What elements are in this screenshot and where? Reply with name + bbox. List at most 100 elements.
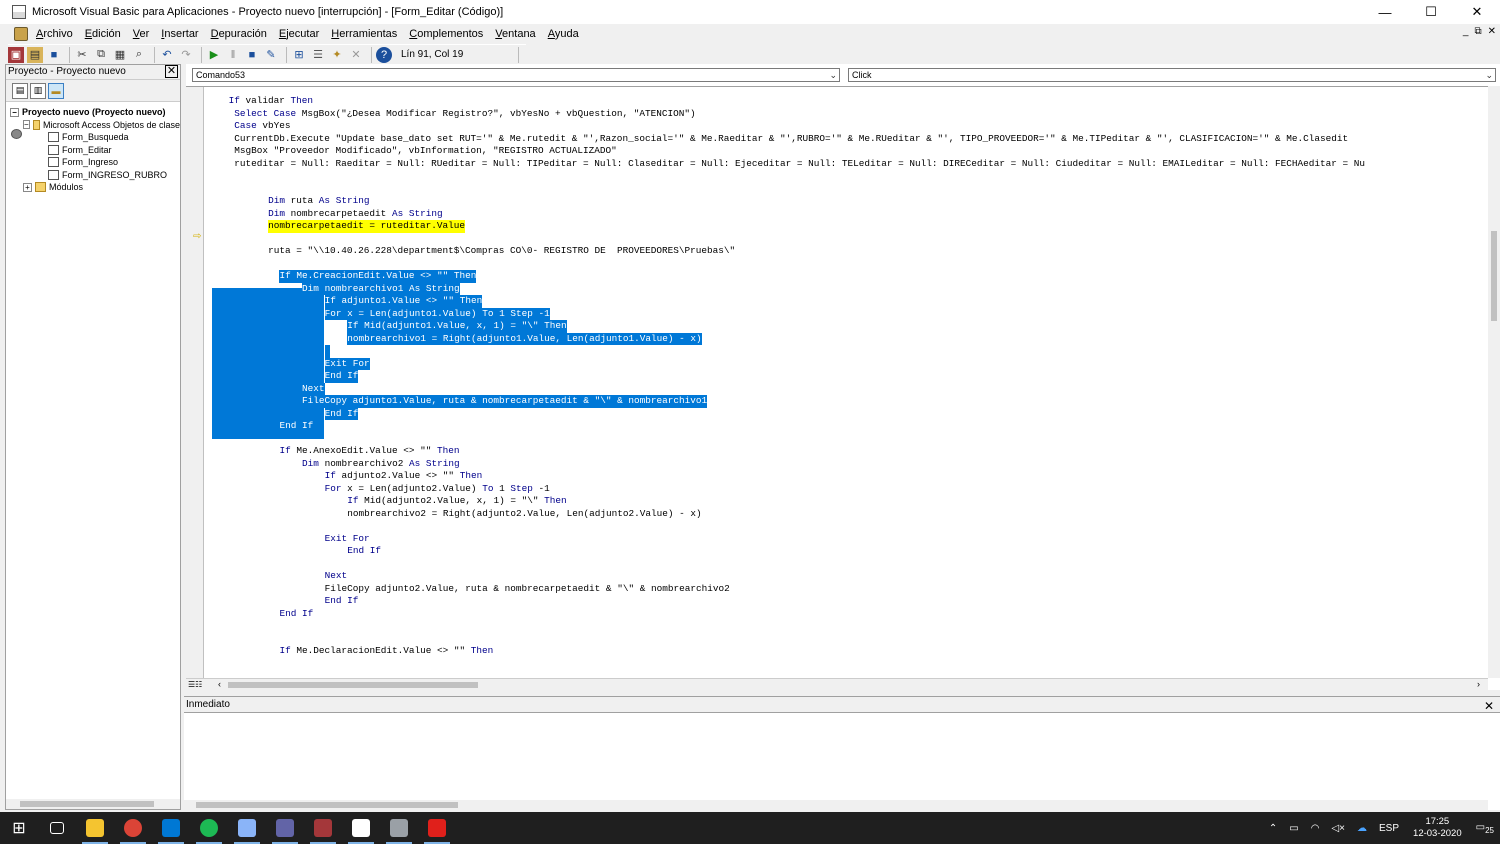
- paste-icon[interactable]: ▦: [112, 47, 128, 63]
- scroll-thumb[interactable]: [228, 682, 478, 688]
- language-indicator[interactable]: ESP: [1379, 823, 1399, 834]
- taskbar-acrobat-button[interactable]: [418, 812, 456, 844]
- menu-herramientas[interactable]: Herramientas: [331, 28, 397, 40]
- code-line[interactable]: nombrearchivo2 = Right(adjunto2.Value, L…: [347, 508, 701, 521]
- taskbar-file-explorer-button[interactable]: [76, 812, 114, 844]
- menu-archivo[interactable]: Archivo: [36, 28, 73, 40]
- taskbar-teams-button[interactable]: [266, 812, 304, 844]
- chevron-down-icon[interactable]: ⌄: [1485, 69, 1493, 81]
- code-line[interactable]: End If: [279, 608, 313, 621]
- wifi-icon[interactable]: ◠: [1311, 823, 1320, 834]
- immediate-input-area[interactable]: [184, 713, 1500, 799]
- project-horizontal-scrollbar[interactable]: [6, 799, 180, 809]
- save-icon[interactable]: ■: [46, 47, 62, 63]
- code-line[interactable]: If Mid(adjunto2.Value, x, 1) = "\" Then: [347, 495, 566, 508]
- code-line[interactable]: ruteditar = Null: Raeditar = Null: RUedi…: [234, 158, 1365, 171]
- onedrive-icon[interactable]: ☁: [1357, 823, 1367, 834]
- object-combo[interactable]: Comando53 ⌄: [192, 68, 840, 82]
- procedure-view-icons[interactable]: ☰☷: [188, 680, 202, 689]
- tree-node[interactable]: Form_Ingreso: [6, 156, 180, 169]
- code-line[interactable]: End If: [279, 420, 314, 433]
- reset-icon[interactable]: ■: [244, 47, 260, 63]
- code-line[interactable]: MsgBox "Proveedor Modificado", vbInforma…: [234, 145, 617, 158]
- scroll-left-icon[interactable]: ‹: [218, 679, 221, 689]
- taskbar-outlook-button[interactable]: [152, 812, 190, 844]
- chevron-up-icon[interactable]: ⌃: [1269, 823, 1277, 834]
- menu-ayuda[interactable]: Ayuda: [548, 28, 579, 40]
- help-icon[interactable]: ?: [376, 46, 392, 63]
- code-editor[interactable]: ⇨ If validar Then Select Case MsgBox("¿De…: [186, 86, 1488, 678]
- notification-icon[interactable]: ▭25: [1476, 822, 1494, 835]
- tree-node[interactable]: − Microsoft Access Objetos de clase: [6, 119, 180, 132]
- copy-icon[interactable]: ⧉: [93, 47, 109, 63]
- code-line[interactable]: Select Case MsgBox("¿Desea Modificar Reg…: [234, 108, 695, 121]
- code-line[interactable]: ruta = "\\10.40.26.228\department$\Compr…: [268, 245, 735, 258]
- code-line[interactable]: If adjunto2.Value <> "" Then: [325, 470, 483, 483]
- code-line[interactable]: Dim nombrecarpetaedit As String: [268, 208, 442, 221]
- view-access-icon[interactable]: ▣: [8, 46, 24, 63]
- find-icon[interactable]: ⌕: [131, 47, 147, 63]
- menu-ver[interactable]: Ver: [133, 28, 150, 40]
- tree-node[interactable]: + Módulos: [6, 181, 180, 194]
- current-statement-line[interactable]: nombrecarpetaedit = ruteditar.Value: [268, 220, 466, 233]
- code-line[interactable]: If adjunto1.Value <> "" Then: [324, 295, 483, 308]
- taskbar-notepad-button[interactable]: [228, 812, 266, 844]
- scroll-thumb[interactable]: [196, 802, 458, 808]
- clock[interactable]: 17:25 12-03-2020: [1413, 816, 1462, 840]
- view-object-icon[interactable]: ▥: [30, 82, 46, 99]
- mdi-restore-button[interactable]: ⧉: [1474, 26, 1481, 37]
- code-line[interactable]: CurrentDb.Execute "Update base_dato set …: [234, 133, 1348, 146]
- menu-insertar[interactable]: Insertar: [161, 28, 198, 40]
- object-browser-icon[interactable]: ✦: [329, 47, 345, 63]
- taskbar-start-button[interactable]: ⊞: [0, 812, 38, 844]
- code-line[interactable]: nombrearchivo1 = Right(adjunto1.Value, L…: [347, 332, 702, 345]
- collapse-icon[interactable]: −: [23, 120, 30, 130]
- project-explorer-icon[interactable]: ⊞: [291, 47, 307, 63]
- collapse-icon[interactable]: −: [10, 107, 19, 117]
- code-line[interactable]: End If: [347, 545, 381, 558]
- code-text[interactable]: If validar Then Select Case MsgBox("¿Dese…: [206, 87, 1488, 678]
- code-line[interactable]: If Me.AnexoEdit.Value <> "" Then: [279, 445, 459, 458]
- vba-menu-icon[interactable]: [14, 27, 28, 41]
- taskbar-chrome-button[interactable]: [114, 812, 152, 844]
- code-line[interactable]: FileCopy adjunto2.Value, ruta & nombreca…: [325, 583, 730, 596]
- toolbar-grip[interactable]: [518, 47, 526, 63]
- break-icon[interactable]: ‖: [225, 47, 241, 63]
- design-mode-icon[interactable]: ✎: [263, 47, 279, 63]
- taskbar-task-view-button[interactable]: [38, 812, 76, 844]
- menu-edicion[interactable]: Edición: [85, 28, 121, 40]
- run-icon[interactable]: ▶: [206, 47, 222, 63]
- code-line[interactable]: Exit For: [324, 357, 370, 370]
- properties-icon[interactable]: ☰: [310, 47, 326, 63]
- code-line[interactable]: End If: [324, 407, 359, 420]
- code-line[interactable]: End If: [325, 595, 359, 608]
- insert-module-icon[interactable]: ▤: [27, 46, 43, 63]
- code-line[interactable]: Dim ruta As String: [268, 195, 369, 208]
- code-line[interactable]: Next: [302, 382, 325, 395]
- taskbar-remote-desktop-button[interactable]: [380, 812, 418, 844]
- minimize-button[interactable]: —: [1362, 0, 1408, 24]
- tree-node[interactable]: − Proyecto nuevo (Proyecto nuevo): [6, 106, 180, 139]
- project-close-button[interactable]: ✕: [165, 65, 178, 78]
- immediate-close-button[interactable]: ✕: [1484, 698, 1494, 714]
- close-button[interactable]: ✕: [1454, 0, 1500, 24]
- code-line[interactable]: [324, 345, 331, 358]
- immediate-horizontal-scrollbar[interactable]: [184, 800, 1488, 810]
- code-line[interactable]: If Me.DeclaracionEdit.Value <> "" Then: [279, 645, 493, 658]
- code-line[interactable]: If validar Then: [229, 95, 313, 108]
- cut-icon[interactable]: ✂: [74, 47, 90, 63]
- view-code-icon[interactable]: ▤: [12, 82, 28, 99]
- code-line[interactable]: Case vbYes: [234, 120, 290, 133]
- code-line[interactable]: Next: [325, 570, 348, 583]
- code-line[interactable]: Dim nombrearchivo2 As String: [302, 458, 460, 471]
- code-line[interactable]: FileCopy adjunto1.Value, ruta & nombreca…: [302, 395, 708, 408]
- undo-icon[interactable]: ↶: [159, 47, 175, 63]
- procedure-combo[interactable]: Click ⌄: [848, 68, 1496, 82]
- code-line[interactable]: For x = Len(adjunto2.Value) To 1 Step -1: [325, 483, 550, 496]
- toolbox-icon[interactable]: ✕: [348, 47, 364, 63]
- taskbar-access-button[interactable]: [304, 812, 342, 844]
- expand-icon[interactable]: +: [23, 182, 32, 192]
- code-line[interactable]: End If: [324, 370, 359, 383]
- scroll-thumb[interactable]: [20, 801, 154, 807]
- menu-ventana[interactable]: Ventana: [495, 28, 535, 40]
